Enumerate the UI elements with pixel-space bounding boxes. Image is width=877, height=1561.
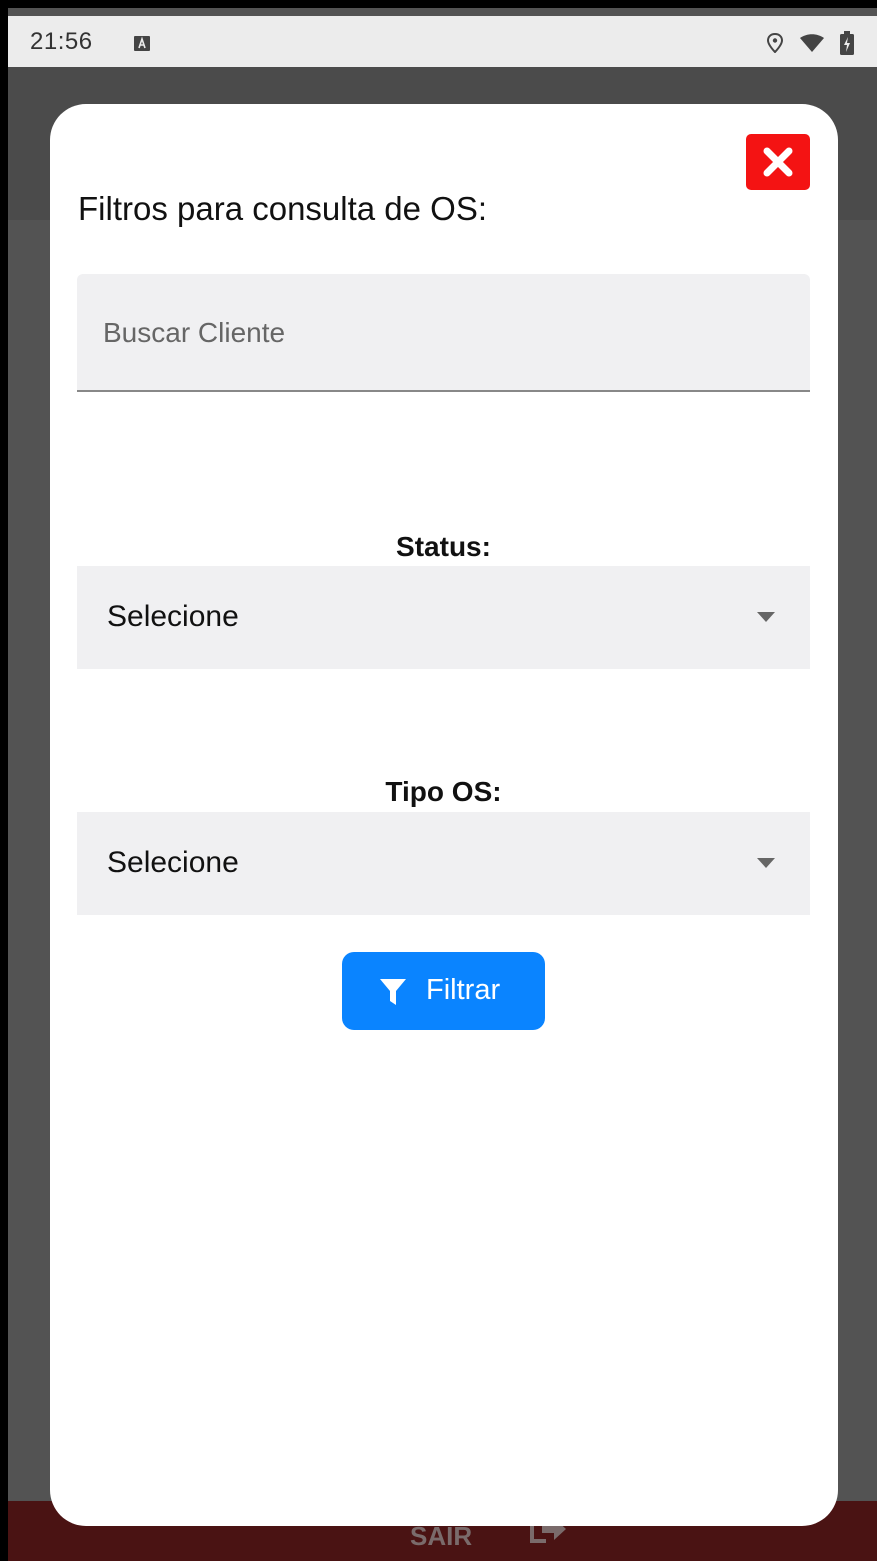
tipo-os-label: Tipo OS: xyxy=(385,776,502,807)
search-client-input[interactable] xyxy=(101,310,785,356)
status-bar: 21:56 xyxy=(8,16,877,67)
funnel-icon xyxy=(380,979,406,1005)
status-select[interactable]: Selecione xyxy=(77,566,810,669)
screen: 21:56 SAIR Filtros para consulta de OS: … xyxy=(8,8,877,1561)
filter-button-label: Filtrar xyxy=(426,974,501,1006)
status-time: 21:56 xyxy=(30,28,93,55)
notification-a-icon xyxy=(134,36,150,51)
status-label: Status: xyxy=(396,531,491,562)
filter-button[interactable]: Filtrar xyxy=(342,952,545,1030)
close-icon xyxy=(763,147,793,177)
tipo-os-select[interactable]: Selecione xyxy=(77,812,810,915)
status-selected-value: Selecione xyxy=(107,600,239,633)
tipo-os-selected-value: Selecione xyxy=(107,846,239,879)
battery-charging-icon xyxy=(840,31,854,55)
filter-modal: Filtros para consulta de OS: Status: Sel… xyxy=(50,104,838,1526)
chevron-down-icon xyxy=(757,858,775,868)
wifi-icon xyxy=(800,34,824,52)
chevron-down-icon xyxy=(757,612,775,622)
modal-title: Filtros para consulta de OS: xyxy=(78,190,488,227)
search-client-field[interactable] xyxy=(77,274,810,392)
close-button[interactable] xyxy=(746,134,810,190)
location-icon xyxy=(766,33,784,53)
